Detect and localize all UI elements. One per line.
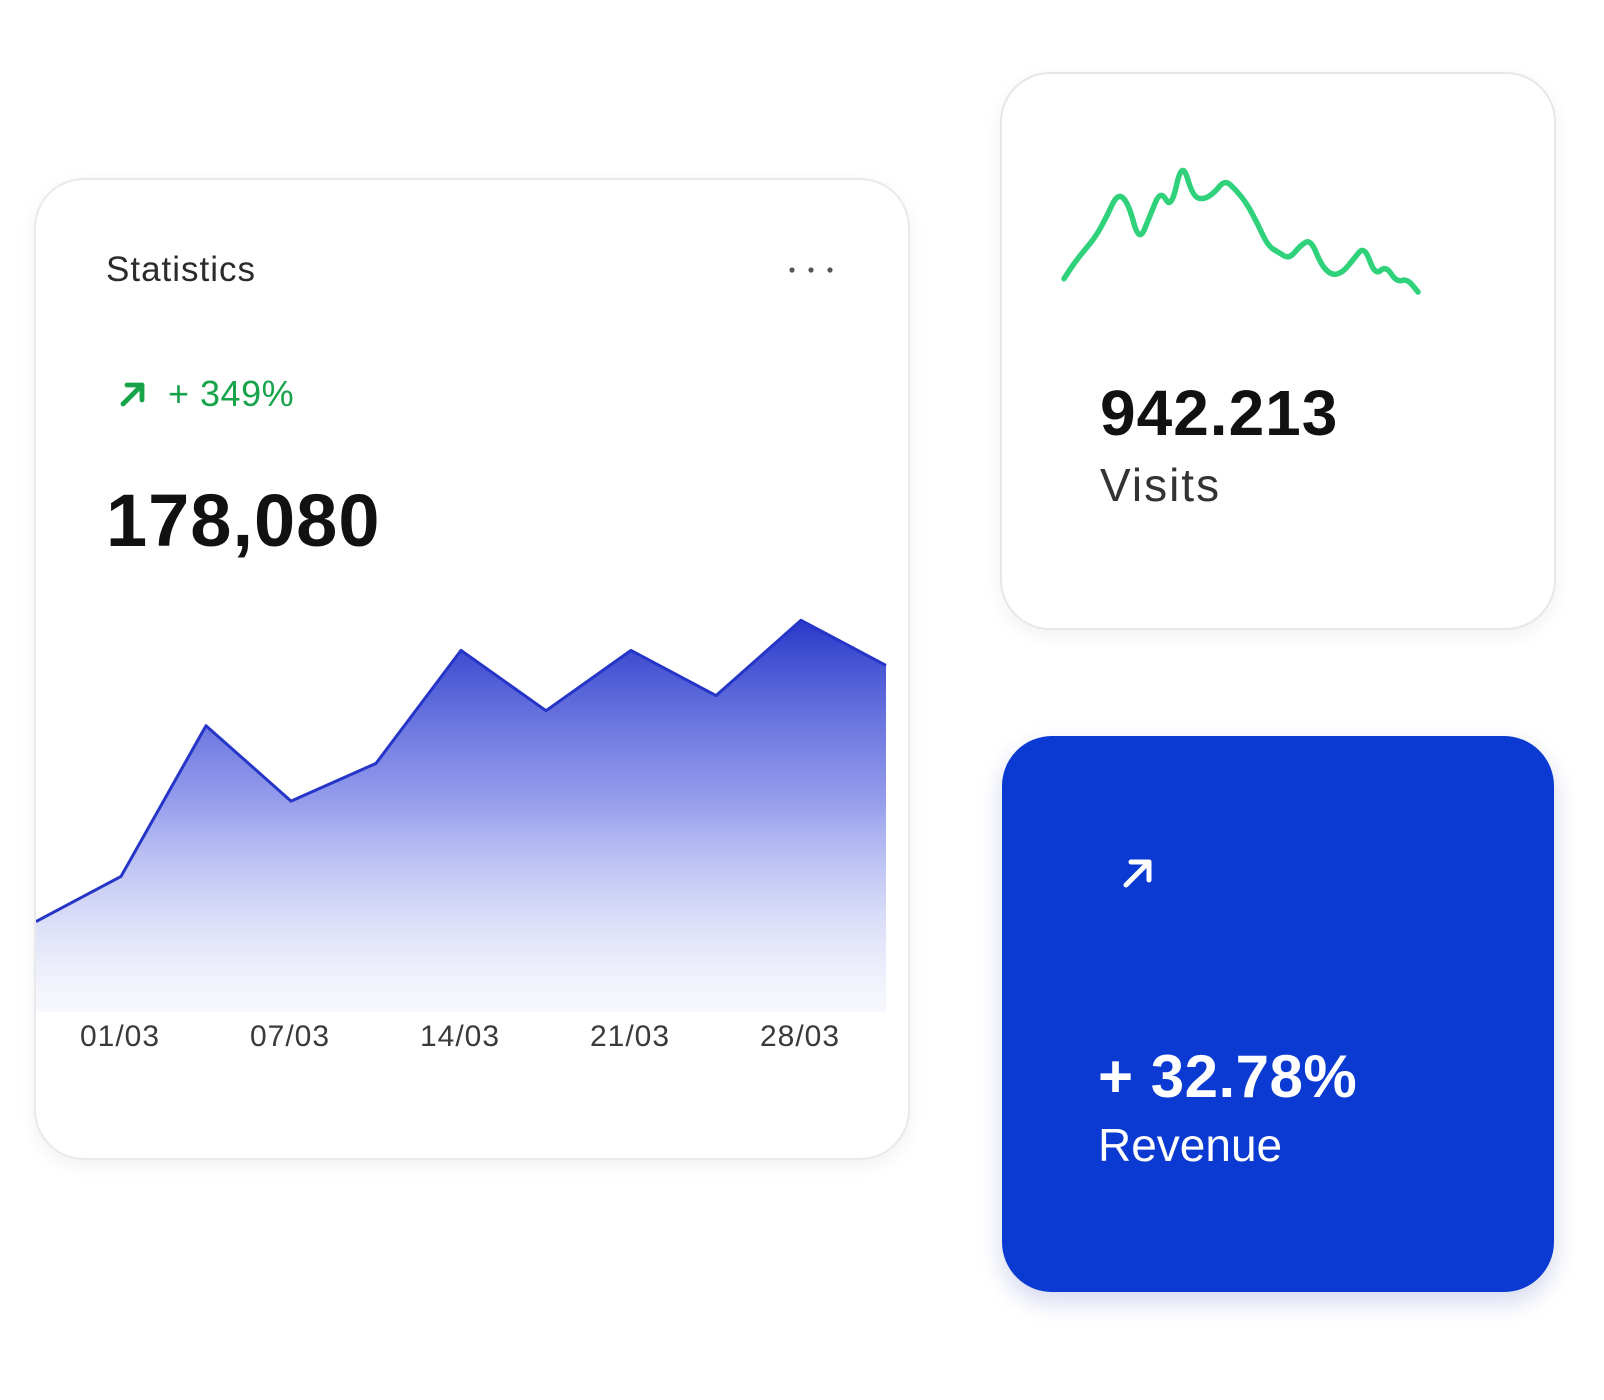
- visits-value: 942.213: [1100, 377, 1339, 449]
- visits-card: 942.213 Visits: [1000, 72, 1556, 630]
- trend-percentage: + 349%: [168, 373, 295, 414]
- visits-sparkline: [1061, 167, 1421, 295]
- x-axis-tick-label: 28/03: [760, 1020, 840, 1053]
- statistics-value: 178,080: [106, 479, 381, 562]
- revenue-card[interactable]: + 32.78% Revenue: [1002, 736, 1554, 1292]
- chart-area-fill: [36, 620, 886, 1012]
- trend-indicator: + 349%: [116, 372, 294, 416]
- sparkline-line: [1061, 167, 1421, 295]
- card-title: Statistics: [106, 250, 257, 289]
- revenue-value: + 32.78%: [1098, 1043, 1358, 1110]
- statistics-card: 01/03 07/03 14/03 21/03 28/03 Statistics + 3…: [34, 178, 910, 1160]
- statistics-area-chart: 01/03 07/03 14/03 21/03 28/03: [36, 618, 887, 1053]
- arrow-up-right-icon: [120, 382, 145, 407]
- more-horizontal-icon[interactable]: [786, 260, 836, 280]
- x-axis-tick-label: 21/03: [590, 1020, 670, 1053]
- x-axis-tick-label: 07/03: [250, 1020, 330, 1053]
- arrow-up-right-icon: [1123, 859, 1152, 888]
- visits-label: Visits: [1100, 459, 1222, 511]
- revenue-label: Revenue: [1098, 1119, 1283, 1171]
- x-axis-tick-label: 14/03: [420, 1020, 500, 1053]
- x-axis-tick-label: 01/03: [80, 1020, 160, 1053]
